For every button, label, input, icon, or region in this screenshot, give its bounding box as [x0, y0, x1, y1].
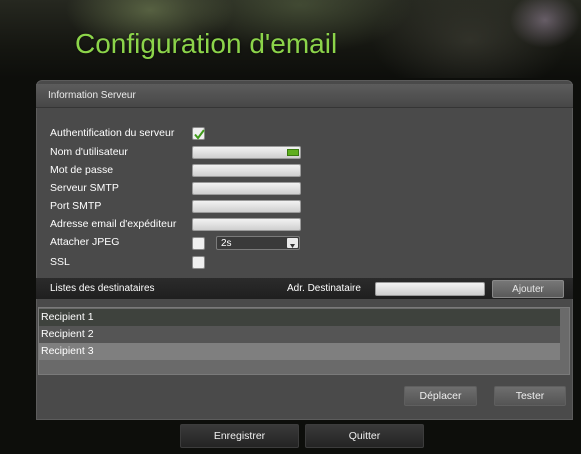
- quit-button[interactable]: Quitter: [305, 424, 424, 448]
- list-item[interactable]: Recipient 3: [39, 343, 560, 360]
- username-label: Nom d'utilisateur: [50, 146, 128, 158]
- smtp-server-input[interactable]: [192, 182, 301, 195]
- auth-checkbox[interactable]: [192, 127, 205, 140]
- recipients-title: Listes des destinataires: [50, 283, 155, 294]
- list-item[interactable]: Recipient 1: [39, 309, 560, 326]
- attach-interval-select[interactable]: 2s: [216, 236, 300, 250]
- checkmark-icon: [194, 129, 205, 140]
- server-section-title: Information Serveur: [48, 90, 136, 101]
- attach-jpeg-checkbox[interactable]: [192, 237, 205, 250]
- page-title: Configuration d'email: [75, 28, 338, 59]
- smtp-server-label: Serveur SMTP: [50, 182, 119, 194]
- keyboard-icon[interactable]: [287, 149, 299, 156]
- save-button[interactable]: Enregistrer: [180, 424, 299, 448]
- sender-email-input[interactable]: [192, 218, 301, 231]
- chevron-down-icon: [287, 238, 298, 248]
- recipient-address-label: Adr. Destinataire: [287, 283, 361, 294]
- add-recipient-button[interactable]: Ajouter: [492, 280, 564, 298]
- smtp-port-input[interactable]: [192, 200, 301, 213]
- list-item[interactable]: Recipient 2: [39, 326, 560, 343]
- test-button[interactable]: Tester: [494, 386, 566, 406]
- ssl-label: SSL: [50, 256, 70, 268]
- attach-jpeg-label: Attacher JPEG: [50, 236, 120, 248]
- smtp-port-label: Port SMTP: [50, 200, 102, 212]
- password-label: Mot de passe: [50, 164, 114, 176]
- move-button[interactable]: Déplacer: [404, 386, 477, 406]
- recipient-address-input[interactable]: [375, 282, 485, 296]
- password-input[interactable]: [192, 164, 301, 177]
- username-input[interactable]: [192, 146, 301, 159]
- auth-label: Authentification du serveur: [50, 127, 175, 139]
- attach-interval-value: 2s: [221, 238, 232, 249]
- ssl-checkbox[interactable]: [192, 256, 205, 269]
- sender-email-label: Adresse email d'expéditeur: [50, 218, 177, 230]
